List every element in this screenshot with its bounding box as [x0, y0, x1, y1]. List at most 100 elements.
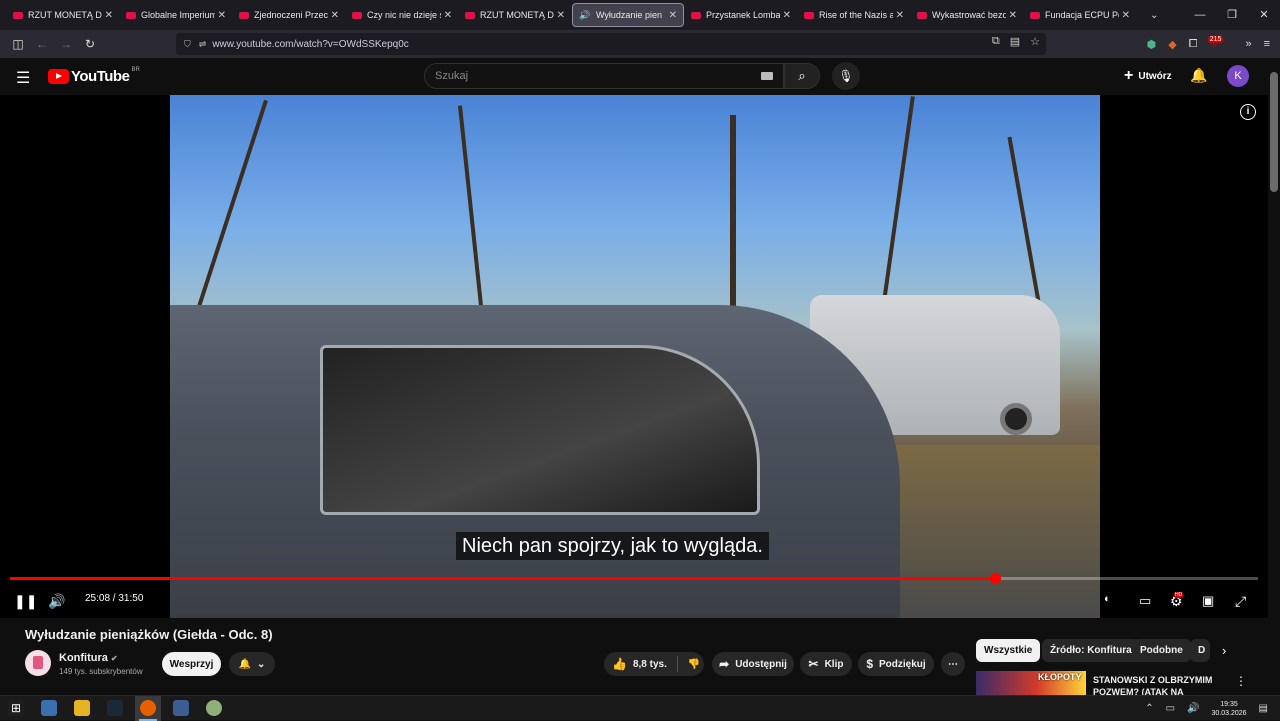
browser-tab[interactable]: Wykastrować bezdom✕	[911, 3, 1023, 27]
recommended-title[interactable]: STANOWSKI Z OLBRZYMIM POZWEM? (ATAK NA	[1093, 674, 1223, 695]
pause-icon[interactable]: ❚❚	[14, 593, 37, 610]
search-button[interactable]: ⌕	[784, 63, 820, 89]
computer-icon[interactable]	[41, 700, 57, 716]
chip-truncated[interactable]: D	[1190, 639, 1210, 662]
youtube-favicon-icon	[352, 11, 362, 19]
caption-text: Niech pan spojrzy, jak to wygląda.	[456, 532, 769, 560]
create-button[interactable]: + Utwórz	[1118, 64, 1178, 88]
subtitles-icon[interactable]: ▭	[1139, 593, 1151, 609]
tab-close-icon[interactable]: ✕	[105, 10, 113, 21]
search-input[interactable]: Szukaj	[424, 63, 784, 89]
vpn-extension-icon[interactable]: ⬢	[1147, 38, 1157, 51]
keyboard-icon[interactable]	[761, 72, 773, 80]
browser-tab[interactable]: Zjednoczeni Przeciw✕	[233, 3, 345, 27]
tab-close-icon[interactable]: ✕	[331, 10, 339, 21]
channel-avatar[interactable]	[25, 650, 51, 676]
calculator-icon[interactable]	[173, 700, 189, 716]
tab-close-icon[interactable]: ✕	[1009, 10, 1017, 21]
autoplay-toggle-icon[interactable]: ◐	[1104, 593, 1111, 605]
extensions-puzzle-icon[interactable]: ⧠	[1189, 38, 1198, 51]
clip-button[interactable]: ✂ Klip	[800, 652, 852, 676]
ublock-extension-icon[interactable]: ⛨215	[1207, 35, 1234, 51]
support-label: Wesprzyj	[169, 658, 214, 670]
browser-tab[interactable]: Fundacja ECPU Polsk✕	[1024, 3, 1136, 27]
scrollbar-thumb[interactable]	[1270, 72, 1278, 192]
share-button[interactable]: ➦ Udostępnij	[712, 652, 794, 676]
close-window-icon[interactable]: ✕	[1248, 0, 1280, 30]
reload-icon[interactable]: ↻	[78, 37, 102, 51]
create-label: Utwórz	[1138, 70, 1172, 82]
browser-tab[interactable]: RZUT MONETĄ DECY✕	[7, 3, 119, 27]
youtube-logo[interactable]: YouTube BR	[48, 67, 140, 85]
overflow-chevron-icon[interactable]: »	[1245, 38, 1251, 50]
forward-icon[interactable]: →	[54, 37, 78, 51]
tab-list-chevron-icon[interactable]: ⌄	[1150, 10, 1158, 21]
tab-close-icon[interactable]: ✕	[218, 10, 226, 21]
volume-tray-icon[interactable]: 🔊	[1187, 703, 1199, 714]
permissions-icon[interactable]: ⇌	[199, 39, 207, 50]
channel-name-row[interactable]: Konfitura ✔	[59, 652, 118, 664]
sidebar-toggle-icon[interactable]: ◫	[6, 37, 30, 51]
notifications-bell-icon[interactable]: 🔔	[1190, 67, 1207, 84]
volume-icon[interactable]: 🔊	[48, 593, 65, 610]
restore-icon[interactable]: ❐	[1216, 0, 1248, 30]
thanks-button[interactable]: $ Podziękuj	[858, 652, 934, 676]
windows-start-icon[interactable]: ⊞	[8, 700, 24, 716]
picture-in-picture-icon[interactable]: ⧉	[992, 35, 1000, 48]
dislike-icon[interactable]: 👎	[688, 659, 700, 670]
folder-icon[interactable]	[74, 700, 90, 716]
channel-name[interactable]: Konfitura	[59, 652, 108, 664]
more-dots-icon: ⋯	[948, 658, 958, 670]
like-count[interactable]: 8,8 tys.	[633, 659, 667, 670]
chip-all[interactable]: Wszystkie	[976, 639, 1041, 662]
browser-tab[interactable]: Czy nic nie dzieje się✕	[346, 3, 458, 27]
tab-close-icon[interactable]: ✕	[1122, 10, 1130, 21]
more-actions-button[interactable]: ⋯	[941, 652, 965, 676]
video-player[interactable]: ⧉ Niech pan spojrzy, jak to wygląda. i ❚…	[0, 95, 1268, 618]
progress-bar[interactable]	[10, 573, 1258, 584]
account-avatar[interactable]: K	[1227, 65, 1249, 87]
browser-tab[interactable]: RZUT MONETĄ DECY✕	[459, 3, 571, 27]
browser-tab[interactable]: Globalne Imperium B✕	[120, 3, 232, 27]
chevron-right-icon[interactable]: ›	[1222, 643, 1226, 658]
subscription-bell-button[interactable]: 🔔 ⌄	[229, 652, 275, 676]
firefox-icon[interactable]	[140, 700, 156, 716]
back-icon[interactable]: ←	[30, 37, 54, 51]
url-text: www.youtube.com/watch?v=OWdSSKepq0c	[212, 38, 409, 50]
app-icon[interactable]	[206, 700, 222, 716]
theater-mode-icon[interactable]: ▣	[1202, 593, 1214, 609]
url-bar[interactable]: ⛉ ⇌ www.youtube.com/watch?v=OWdSSKepq0c …	[176, 33, 1046, 55]
fox-extension-icon[interactable]: ◆	[1168, 38, 1176, 51]
bookmark-star-icon[interactable]: ☆	[1030, 35, 1040, 48]
tab-close-icon[interactable]: ✕	[557, 10, 565, 21]
page-scrollbar[interactable]	[1268, 58, 1280, 695]
chip-source[interactable]: Źródło: Konfitura	[1042, 639, 1140, 662]
browser-tab[interactable]: Przystanek Lombard✕	[685, 3, 797, 27]
like-icon[interactable]: 👍	[612, 657, 627, 671]
tray-chevron-icon[interactable]: ⌃	[1145, 703, 1153, 714]
minimize-icon[interactable]: —	[1184, 0, 1216, 30]
support-button[interactable]: Wesprzyj	[162, 652, 221, 676]
chip-similar[interactable]: Podobne	[1132, 639, 1191, 662]
info-icon[interactable]: i	[1240, 104, 1256, 120]
recommended-thumbnail[interactable]: KŁOPOTY	[976, 671, 1086, 695]
browser-tab[interactable]: Rise of the Nazis and✕	[798, 3, 910, 27]
guide-menu-icon[interactable]: ☰	[16, 68, 30, 88]
tab-close-icon[interactable]: ✕	[896, 10, 904, 21]
clock[interactable]: 19:35 30.03.2026	[1212, 700, 1247, 718]
windows-taskbar: ⊞ ⌃ ▭ 🔊 19:35 30.03.2026 ▤	[0, 695, 1280, 721]
menu-icon[interactable]: ≡	[1264, 38, 1270, 50]
tab-close-icon[interactable]: ✕	[669, 10, 677, 21]
tab-close-icon[interactable]: ✕	[444, 10, 452, 21]
network-icon[interactable]: ▭	[1166, 703, 1175, 714]
steam-icon[interactable]	[107, 700, 123, 716]
fullscreen-icon[interactable]: ⤢	[1235, 593, 1246, 610]
video-title: Wyłudzanie pieniążków (Giełda - Odc. 8)	[25, 627, 273, 642]
browser-tab[interactable]: 🔊 Wyłudzanie pien ✕	[572, 3, 684, 27]
reader-view-icon[interactable]: ▤	[1010, 35, 1020, 48]
tab-close-icon[interactable]: ✕	[783, 10, 791, 21]
voice-search-button[interactable]: 🎙	[832, 62, 860, 90]
kebab-menu-icon[interactable]: ⋮	[1235, 674, 1247, 688]
shield-icon[interactable]: ⛉	[184, 39, 191, 50]
notification-center-icon[interactable]: ▤	[1259, 703, 1268, 714]
